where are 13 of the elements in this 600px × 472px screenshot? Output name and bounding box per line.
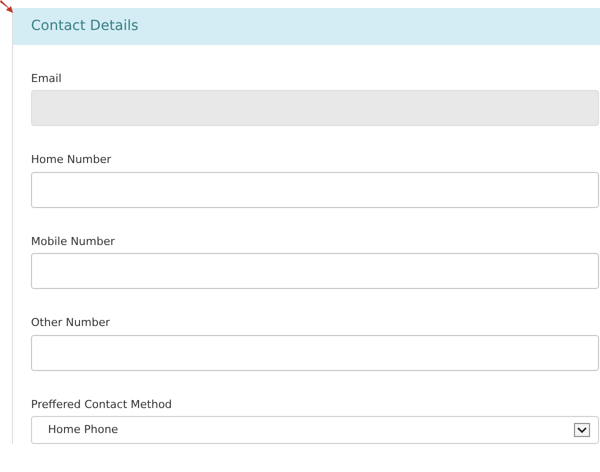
field-label: Preffered Contact Method bbox=[31, 396, 173, 412]
field-label: Mobile Number bbox=[31, 234, 116, 250]
input-field[interactable] bbox=[31, 172, 599, 208]
input-field[interactable] bbox=[31, 253, 599, 289]
caret-icon bbox=[574, 423, 590, 437]
field-label: Other Number bbox=[31, 315, 111, 331]
dropdown-value: Home Phone bbox=[48, 422, 118, 438]
field-label: Home Number bbox=[31, 152, 112, 168]
panel-title: Contact Details bbox=[31, 16, 138, 36]
arrow-icon bbox=[0, 0, 14, 14]
field-label: Email bbox=[31, 70, 63, 86]
input-field[interactable] bbox=[31, 334, 599, 370]
dropdown[interactable]: Home Phone bbox=[31, 416, 599, 444]
